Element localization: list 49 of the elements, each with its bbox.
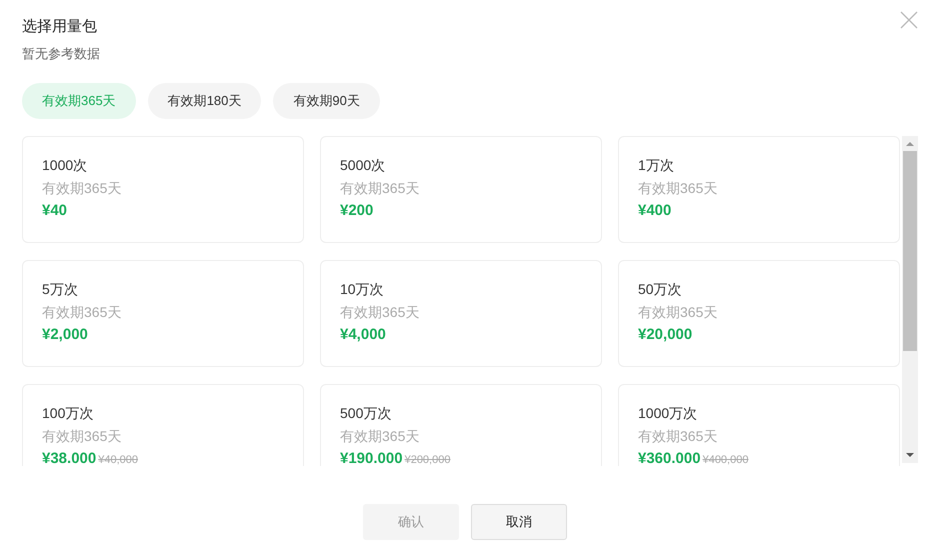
package-validity: 有效期365天 bbox=[42, 179, 122, 198]
package-price: ¥20,000 bbox=[638, 325, 692, 345]
package-card[interactable]: 10万次 有效期365天 ¥4,000 bbox=[320, 260, 602, 367]
package-price: ¥360.000 bbox=[638, 449, 701, 466]
package-card[interactable]: 50万次 有效期365天 ¥20,000 bbox=[618, 260, 900, 367]
package-validity: 有效期365天 bbox=[638, 427, 718, 446]
package-quantity: 10万次 bbox=[340, 280, 385, 299]
original-price: ¥400,000 bbox=[702, 453, 748, 466]
package-validity: 有效期365天 bbox=[638, 303, 718, 322]
package-validity: 有效期365天 bbox=[340, 427, 420, 446]
package-price: ¥200 bbox=[340, 201, 374, 221]
package-price: ¥2,000 bbox=[42, 325, 88, 345]
package-validity: 有效期365天 bbox=[340, 303, 420, 322]
package-validity: 有效期365天 bbox=[340, 179, 420, 198]
close-icon[interactable] bbox=[900, 11, 918, 29]
package-card[interactable]: 100万次 有效期365天 ¥38.000¥40,000 bbox=[22, 384, 304, 466]
package-quantity: 5万次 bbox=[42, 280, 79, 299]
package-validity: 有效期365天 bbox=[42, 303, 122, 322]
original-price: ¥40,000 bbox=[98, 453, 138, 466]
validity-tab[interactable]: 有效期90天 bbox=[273, 83, 380, 119]
package-quantity: 50万次 bbox=[638, 280, 683, 299]
scroll-up-icon[interactable] bbox=[906, 141, 914, 147]
original-price: ¥200,000 bbox=[404, 453, 450, 466]
scroll-down-icon[interactable] bbox=[906, 452, 914, 458]
package-quantity: 1000万次 bbox=[638, 404, 698, 423]
package-quantity: 500万次 bbox=[340, 404, 392, 423]
package-quantity: 1万次 bbox=[638, 156, 675, 175]
package-validity: 有效期365天 bbox=[638, 179, 718, 198]
package-quantity: 100万次 bbox=[42, 404, 94, 423]
dialog-title: 选择用量包 bbox=[22, 17, 97, 37]
package-quantity: 5000次 bbox=[340, 156, 386, 175]
validity-tab[interactable]: 有效期180天 bbox=[148, 83, 262, 119]
package-price: ¥190.000 bbox=[340, 449, 403, 466]
package-card[interactable]: 5000次 有效期365天 ¥200 bbox=[320, 136, 602, 243]
package-quantity: 1000次 bbox=[42, 156, 88, 175]
package-validity: 有效期365天 bbox=[42, 427, 122, 446]
package-card[interactable]: 1万次 有效期365天 ¥400 bbox=[618, 136, 900, 243]
dialog-subtitle: 暂无参考数据 bbox=[22, 45, 101, 63]
package-price: ¥38.000 bbox=[42, 449, 96, 466]
package-card[interactable]: 5万次 有效期365天 ¥2,000 bbox=[22, 260, 304, 367]
package-price: ¥400 bbox=[638, 201, 672, 221]
package-price: ¥4,000 bbox=[340, 325, 386, 345]
scrollbar-thumb[interactable] bbox=[903, 151, 917, 351]
package-card[interactable]: 1000次 有效期365天 ¥40 bbox=[22, 136, 304, 243]
scrollbar[interactable] bbox=[902, 136, 918, 463]
package-price: ¥40 bbox=[42, 201, 68, 221]
cancel-button[interactable]: 取消 bbox=[471, 504, 567, 540]
package-card[interactable]: 500万次 有效期365天 ¥190.000¥200,000 bbox=[320, 384, 602, 466]
package-card[interactable]: 1000万次 有效期365天 ¥360.000¥400,000 bbox=[618, 384, 900, 466]
